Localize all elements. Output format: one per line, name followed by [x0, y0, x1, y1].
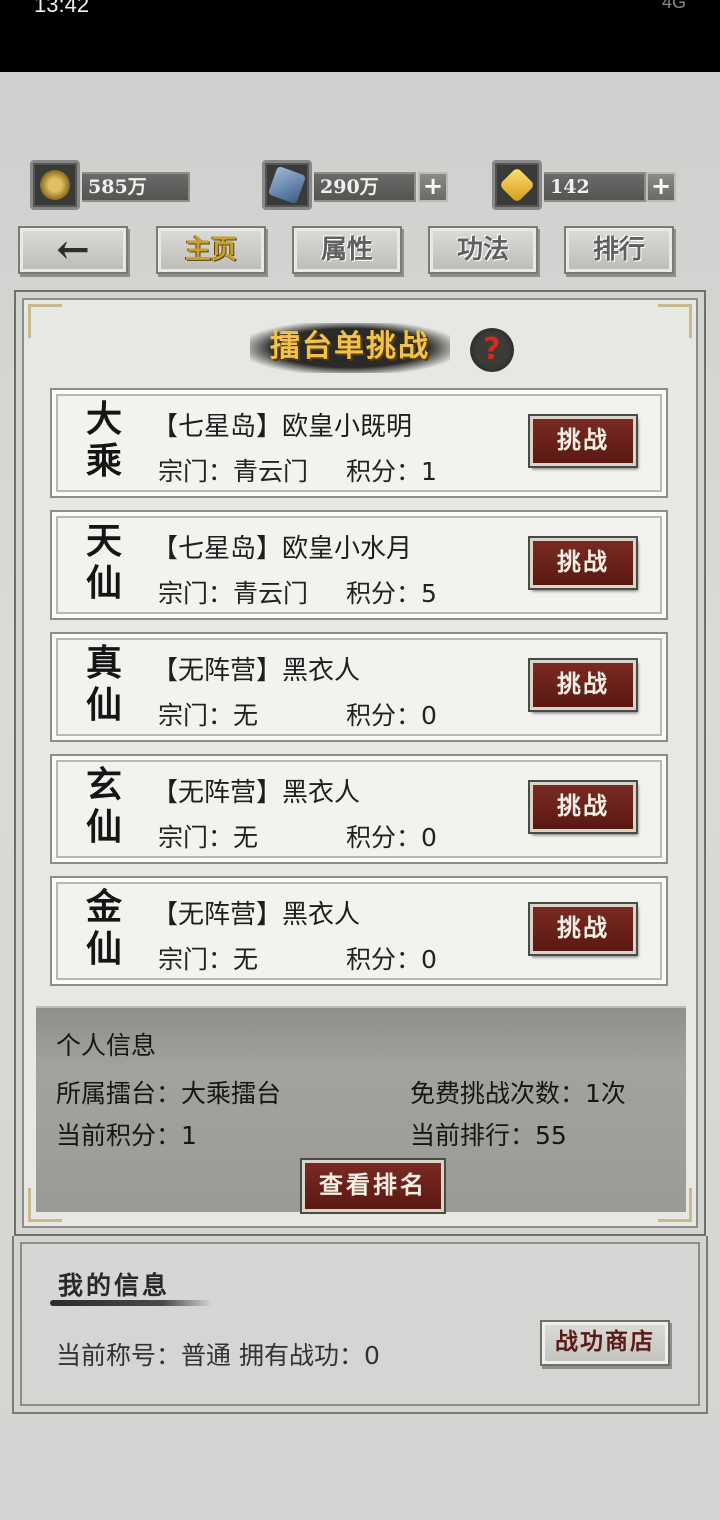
yin-yang-coin-icon	[30, 160, 80, 210]
help-button[interactable]: ?	[470, 328, 514, 372]
opponent-name: 【无阵营】黑衣人	[152, 778, 361, 808]
resource-coins-value: 585万	[82, 172, 190, 202]
challenge-button[interactable]: 挑战	[530, 538, 636, 588]
opponent-sect: 宗门：无	[158, 823, 259, 852]
tab-ranking[interactable]: 排行	[564, 226, 674, 274]
current-score-label: 当前积分：1	[56, 1121, 197, 1150]
opponent-name: 【七星岛】欧皇小水月	[152, 534, 413, 564]
view-ranking-button[interactable]: 查看排名	[302, 1160, 444, 1212]
corner-ornament	[658, 304, 692, 338]
merit-shop-button[interactable]: 战功商店	[540, 1320, 670, 1366]
challenge-button[interactable]: 挑战	[530, 782, 636, 832]
opponent-score: 积分：0	[346, 945, 437, 974]
status-time: 13:42	[34, 0, 90, 17]
opponent-name: 【无阵营】黑衣人	[152, 900, 361, 930]
gold-gem-icon	[492, 160, 542, 210]
opponent-row: 大乘 【七星岛】欧皇小既明 宗门：青云门 积分：1 挑战	[50, 388, 668, 498]
opponent-name: 【无阵营】黑衣人	[152, 656, 361, 686]
opponent-row: 玄仙 【无阵营】黑衣人 宗门：无 积分：0 挑战	[50, 754, 668, 864]
tab-skills[interactable]: 功法	[428, 226, 538, 274]
opponent-sect: 宗门：青云门	[158, 579, 309, 608]
opponent-score: 积分：5	[346, 579, 437, 608]
opponent-name: 【七星岛】欧皇小既明	[152, 412, 413, 442]
opponent-row: 天仙 【七星岛】欧皇小水月 宗门：青云门 积分：5 挑战	[50, 510, 668, 620]
opponent-score: 积分：0	[346, 823, 437, 852]
opponent-sect: 宗门：无	[158, 945, 259, 974]
resource-crystal: 290万 +	[262, 160, 450, 210]
challenge-button[interactable]: 挑战	[530, 904, 636, 954]
resource-coins: 585万	[30, 160, 192, 210]
title-and-merit: 当前称号：普通 拥有战功：0	[56, 1341, 380, 1370]
opponent-row: 金仙 【无阵营】黑衣人 宗门：无 积分：0 挑战	[50, 876, 668, 986]
free-challenges-label: 免费挑战次数：1次	[410, 1079, 626, 1108]
corner-ornament	[28, 304, 62, 338]
resource-gem-value: 142	[544, 172, 646, 202]
realm-label: 金仙	[85, 886, 122, 970]
arena-label: 所属擂台：大乘擂台	[56, 1079, 282, 1108]
blue-crystal-icon	[262, 160, 312, 210]
my-info-heading: 我的信息	[58, 1271, 171, 1300]
realm-label: 真仙	[85, 642, 122, 726]
resource-crystal-value: 290万	[314, 172, 416, 202]
opponent-score: 积分：0	[346, 701, 437, 730]
add-crystal-button[interactable]: +	[418, 172, 448, 202]
tab-attributes[interactable]: 属性	[292, 226, 402, 274]
tab-home[interactable]: 主页	[156, 226, 266, 274]
personal-info-heading: 个人信息	[56, 1031, 157, 1060]
resource-gem: 142 +	[492, 160, 680, 210]
current-rank-label: 当前排行：55	[410, 1121, 567, 1150]
panel-title: 擂台单挑战	[250, 323, 450, 373]
realm-label: 天仙	[85, 520, 122, 604]
add-gem-button[interactable]: +	[646, 172, 676, 202]
back-button[interactable]: ←	[18, 226, 128, 274]
status-bar: 13:42 4G	[0, 0, 720, 72]
opponent-row: 真仙 【无阵营】黑衣人 宗门：无 积分：0 挑战	[50, 632, 668, 742]
challenge-button[interactable]: 挑战	[530, 416, 636, 466]
opponent-score: 积分：1	[346, 457, 437, 486]
back-arrow-icon: ←	[56, 226, 90, 273]
status-signal: 4G	[661, 0, 686, 12]
opponent-sect: 宗门：青云门	[158, 457, 309, 486]
opponent-sect: 宗门：无	[158, 701, 259, 730]
challenge-button[interactable]: 挑战	[530, 660, 636, 710]
realm-label: 玄仙	[85, 764, 122, 848]
brush-underline	[50, 1300, 212, 1306]
realm-label: 大乘	[85, 398, 122, 482]
